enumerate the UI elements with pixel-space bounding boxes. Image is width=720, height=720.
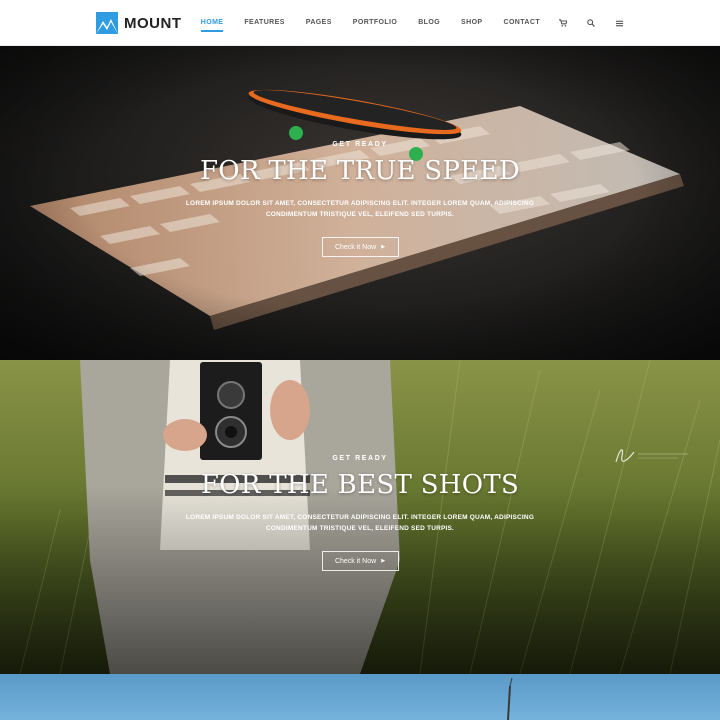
main-nav: HOME FEATURES PAGES PORTFOLIO BLOG SHOP … (180, 0, 624, 46)
cta-label: Check it Now (334, 557, 377, 565)
slide-body-line-1: LOREM IPSUM DOLOR SIT AMET, CONSECTETUR … (185, 514, 535, 521)
nav-item-pages[interactable]: PAGES (306, 0, 332, 46)
site-header: MOUNT HOME FEATURES PAGES PORTFOLIO BLOG… (0, 0, 720, 46)
nav-item-contact[interactable]: CONTACT (504, 0, 541, 46)
slide-body-line-2: CONDIMENTUM TRISTIQUE VEL, ELEIFEND SED … (265, 525, 455, 532)
mountain-logo-icon (96, 12, 118, 34)
slide-headline: FOR THE BEST SHOTS (200, 470, 520, 500)
slide-body-line-1: LOREM IPSUM DOLOR SIT AMET, CONSECTETUR … (185, 200, 535, 207)
check-it-now-button[interactable]: Check it Now ▶ (321, 237, 399, 257)
check-it-now-button[interactable]: Check it Now ▶ (321, 551, 399, 571)
slide-eyebrow: GET READY (332, 455, 388, 462)
nav-item-features[interactable]: FEATURES (244, 0, 284, 46)
menu-icon[interactable] (614, 0, 624, 46)
hero-content-shots: GET READY FOR THE BEST SHOTS LOREM IPSUM… (0, 455, 720, 571)
sky-image (507, 677, 513, 720)
hero-slide-speed: GET READY FOR THE TRUE SPEED LOREM IPSUM… (0, 46, 720, 360)
nav-item-home[interactable]: HOME (200, 0, 224, 46)
slide-body-line-2: CONDIMENTUM TRISTIQUE VEL, ELEIFEND SED … (265, 211, 455, 218)
nav-item-portfolio[interactable]: PORTFOLIO (353, 0, 397, 46)
hero-content-speed: GET READY FOR THE TRUE SPEED LOREM IPSUM… (0, 141, 720, 257)
nav-item-blog[interactable]: BLOG (418, 0, 440, 46)
arrow-right-icon: ▶ (381, 244, 386, 250)
cart-icon[interactable] (558, 0, 568, 46)
cta-label: Check it Now (334, 243, 377, 251)
arrow-right-icon: ▶ (381, 558, 386, 564)
hero-slide-shots: GET READY FOR THE BEST SHOTS LOREM IPSUM… (0, 360, 720, 674)
nav-item-shop[interactable]: SHOP (461, 0, 482, 46)
brand-name: MOUNT (124, 14, 182, 32)
site-logo[interactable]: MOUNT (96, 12, 182, 34)
slide-body-text: LOREM IPSUM DOLOR SIT AMET, CONSECTETUR … (180, 512, 540, 534)
slide-eyebrow: GET READY (332, 141, 388, 148)
slide-body-text: LOREM IPSUM DOLOR SIT AMET, CONSECTETUR … (180, 198, 540, 220)
hero-slide-sky (0, 674, 720, 720)
search-icon[interactable] (586, 0, 596, 46)
slide-headline: FOR THE TRUE SPEED (199, 156, 521, 186)
